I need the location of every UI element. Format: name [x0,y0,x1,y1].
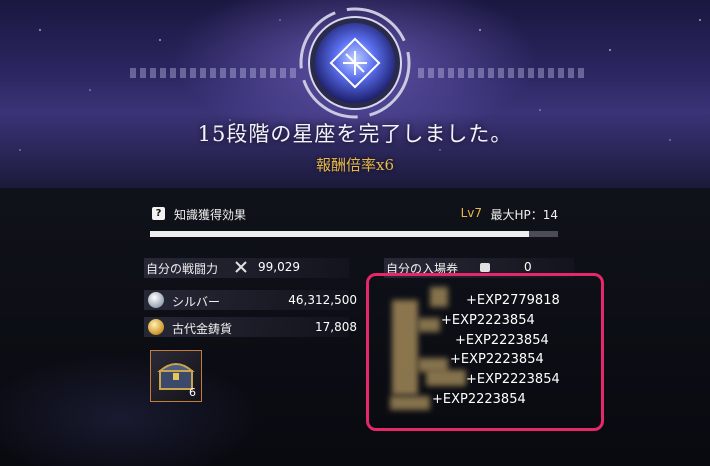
banner-stripe-right [418,68,588,78]
reward-item-slot[interactable]: 6 [150,350,202,402]
max-hp: 最大HP：14 [490,208,558,222]
silver-value: 46,312,500 [288,293,357,307]
combat-power-label: 自分の戦闘力 [146,262,219,276]
constellation-emblem-icon [298,6,412,120]
knowledge-effect-row: ? 知識獲得効果 Lv7 最大HP：14 [152,206,558,224]
completion-title: 15段階の星座を完了しました。 [197,122,513,146]
ancient-gold-label: 古代金鋳貨 [172,322,233,336]
silver-coin-icon [148,292,164,308]
exp-log-highlight-frame [366,273,604,431]
combat-power-row: 自分の戦闘力 99,029 [146,258,346,278]
knowledge-effect-label: 知識獲得効果 [174,208,247,222]
knowledge-progress-fill [150,231,530,237]
completion-banner: 15段階の星座を完了しました。 報酬倍率x6 [0,0,710,188]
entry-tickets-value: 0 [524,260,532,274]
ancient-gold-coin-icon [148,319,164,335]
ancient-gold-value: 17,808 [315,320,357,334]
knowledge-level: Lv7 [460,206,482,220]
reward-multiplier: 報酬倍率x6 [315,156,394,174]
silver-label: シルバー [172,295,221,309]
item-count: 6 [189,386,196,399]
knowledge-progress-bar [150,231,558,237]
crossed-swords-icon [234,260,248,277]
banner-stripe-left [130,68,300,78]
combat-power-value: 99,029 [258,260,300,274]
help-icon[interactable]: ? [152,207,165,220]
